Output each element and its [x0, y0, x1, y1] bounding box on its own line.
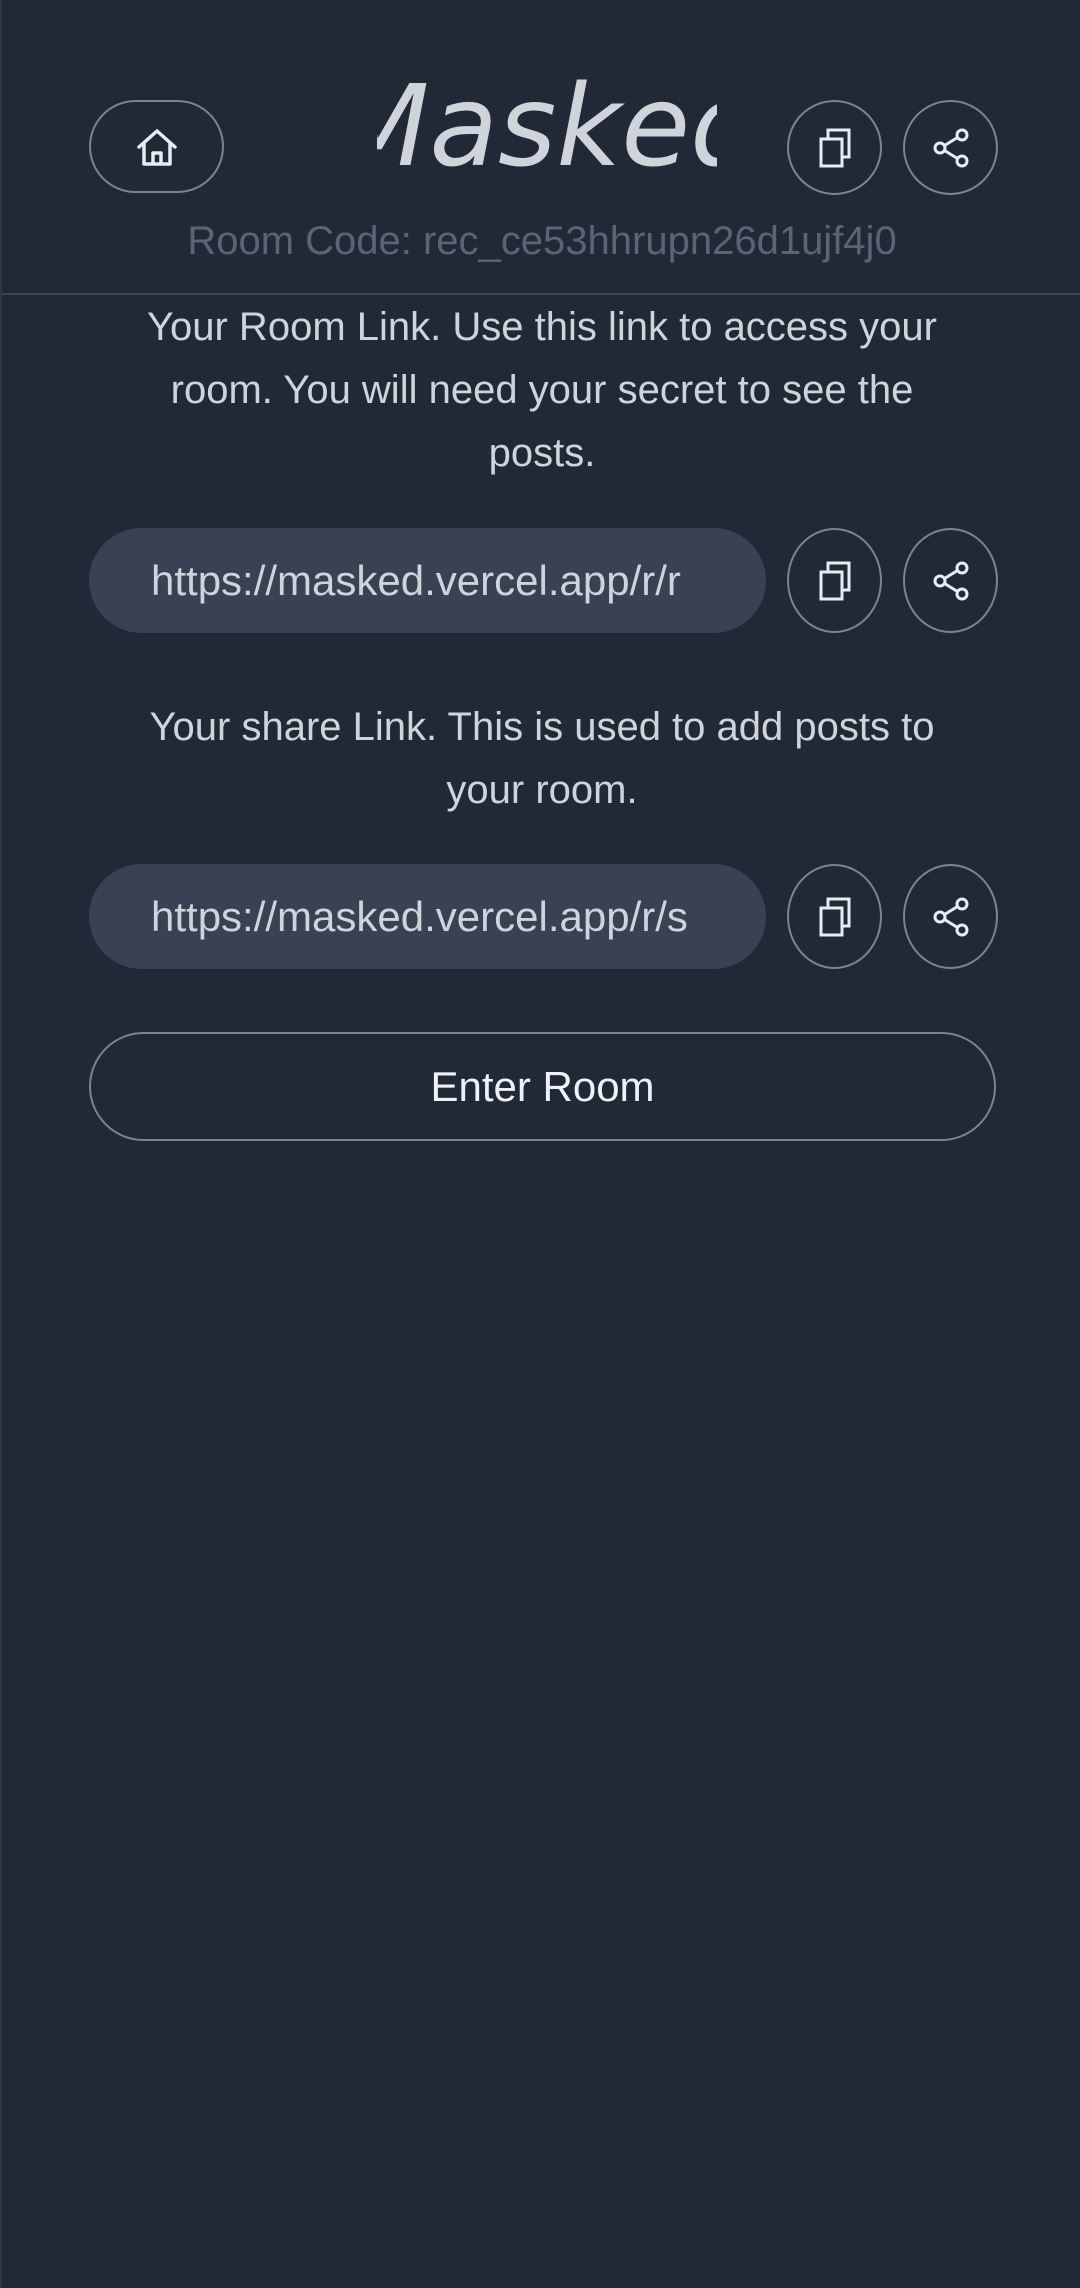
share-share-link-button[interactable]: [903, 864, 998, 969]
copy-icon: [817, 896, 853, 938]
copy-room-code-button[interactable]: [787, 100, 882, 195]
room-link-description: Your Room Link. Use this link to access …: [147, 305, 937, 475]
share-link-description: Your share Link. This is used to add pos…: [149, 705, 935, 812]
app-screen: Masked Roo: [0, 0, 1080, 2288]
room-link-value: https://masked.vercel.app/r/r: [151, 556, 681, 604]
share-icon: [932, 128, 970, 168]
room-code: Room Code: rec_ce53hhrupn26d1ujf4j0: [187, 219, 897, 263]
copy-share-link-button[interactable]: [787, 864, 882, 969]
home-button[interactable]: [89, 100, 224, 193]
logo: Masked: [372, 70, 722, 200]
copy-icon: [817, 127, 853, 169]
svg-text:Masked: Masked: [377, 70, 717, 192]
share-room-link-button[interactable]: [903, 528, 998, 633]
share-link-value: https://masked.vercel.app/r/s: [151, 892, 688, 940]
masked-logo: Masked: [377, 70, 717, 192]
share-link-field[interactable]: https://masked.vercel.app/r/s: [89, 864, 766, 969]
share-icon: [932, 561, 970, 601]
share-icon: [932, 897, 970, 937]
copy-icon: [817, 560, 853, 602]
home-icon: [135, 127, 179, 167]
header: Masked Roo: [2, 0, 1080, 295]
room-link-field[interactable]: https://masked.vercel.app/r/r: [89, 528, 766, 633]
enter-room-button[interactable]: Enter Room: [89, 1032, 996, 1141]
share-room-button[interactable]: [903, 100, 998, 195]
copy-room-link-button[interactable]: [787, 528, 882, 633]
